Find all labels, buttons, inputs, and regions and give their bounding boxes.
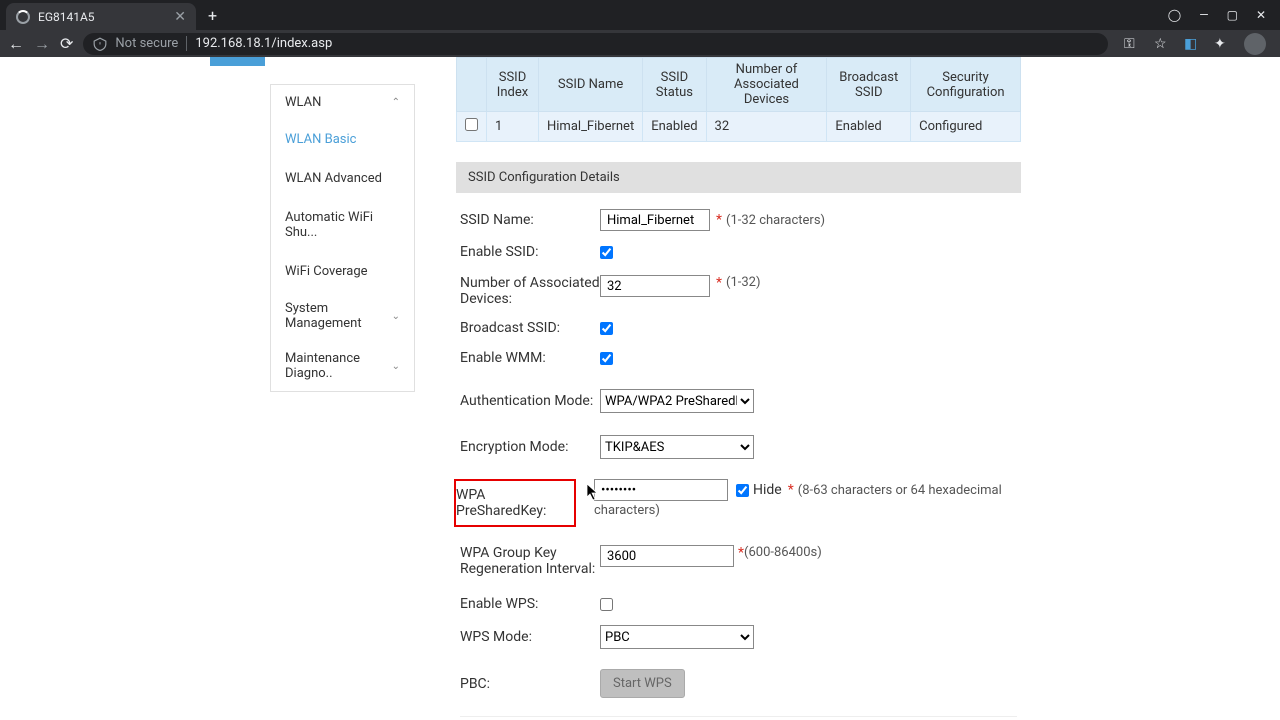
button-row: Apply Cancel [460,716,1017,720]
chevron-up-icon: ⌃ [392,97,400,108]
auth-mode-select[interactable]: WPA/WPA2 PreSharedKey [600,389,754,413]
cell-security: Configured [911,112,1021,142]
toolbar-icons: ⚿ ☆ ◧ ✦ [1118,33,1272,55]
cell-index: 1 [487,112,539,142]
broadcast-label: Broadcast SSID: [460,320,600,336]
main-content: SSID Index SSID Name SSID Status Number … [456,57,1021,720]
new-tab-button[interactable]: + [208,6,217,25]
chevron-down-icon: ⌄ [392,361,400,372]
address-row: ← → ⟳ Not secure 192.168.18.1/index.asp … [0,30,1280,57]
sidebar-section-maintenance[interactable]: Maintenance Diagno.. ⌄ [271,341,414,391]
wmm-checkbox[interactable] [600,352,613,365]
circle-icon[interactable]: ◯ [1168,8,1181,22]
star-icon[interactable]: ☆ [1154,36,1170,52]
reload-button[interactable]: ⟳ [60,34,73,53]
checkbox-header [457,58,487,112]
sidebar-section-system[interactable]: System Management ⌄ [271,291,414,341]
wps-checkbox[interactable] [600,598,613,611]
hide-label: Hide [753,482,782,498]
hide-checkbox[interactable] [736,484,749,497]
cell-broadcast: Enabled [827,112,911,142]
assoc-hint: (1-32) [726,275,761,290]
sidebar-section-wlan[interactable]: WLAN ⌃ [271,85,414,120]
close-window-icon[interactable]: ✕ [1256,8,1266,22]
puzzle-icon[interactable]: ✦ [1214,36,1230,52]
section-label: System Management [285,301,392,331]
sidebar-item-auto-wifi[interactable]: Automatic WiFi Shu... [271,198,414,252]
tab-strip: EG8141A5 ✕ + ◯ — ▢ ✕ [0,0,1280,30]
top-active-tab[interactable] [210,57,265,66]
back-button[interactable]: ← [8,34,24,54]
window-controls: ◯ — ▢ ✕ [1168,8,1280,22]
address-bar[interactable]: Not secure 192.168.18.1/index.asp [83,33,1108,55]
group-key-input[interactable] [600,545,734,567]
psk-input[interactable] [594,479,728,501]
col-index: SSID Index [487,58,539,112]
sidebar-item-wlan-basic[interactable]: WLAN Basic [271,120,414,159]
broadcast-checkbox[interactable] [600,322,613,335]
assoc-label: Number of Associated Devices: [460,275,600,307]
wps-mode-label: WPS Mode: [460,629,600,645]
start-wps-button[interactable]: Start WPS [600,669,685,698]
col-broadcast: Broadcast SSID [827,58,911,112]
wmm-label: Enable WMM: [460,350,600,366]
maximize-icon[interactable]: ▢ [1227,8,1238,22]
table-row[interactable]: 1 Himal_Fibernet Enabled 32 Enabled Conf… [457,112,1021,142]
sidebar-item-wifi-coverage[interactable]: WiFi Coverage [271,252,414,291]
pbc-label: PBC: [460,676,600,692]
encryption-mode-select[interactable]: TKIP&AES [600,435,754,459]
cell-name: Himal_Fibernet [539,112,643,142]
browser-chrome: EG8141A5 ✕ + ◯ — ▢ ✕ ← → ⟳ Not secure 19… [0,0,1280,57]
assoc-input[interactable] [600,275,710,297]
loading-icon [16,10,30,24]
row-checkbox[interactable] [465,118,478,131]
avatar[interactable] [1244,33,1266,55]
minimize-icon[interactable]: — [1199,8,1208,22]
ssid-name-label: SSID Name: [460,212,600,228]
key-icon[interactable]: ⚿ [1124,36,1140,52]
group-hint: (600-86400s) [744,545,822,560]
ssid-name-hint: (1-32 characters) [726,213,825,228]
wps-label: Enable WPS: [460,596,600,612]
required-marker: * [716,212,722,228]
url-text: 192.168.18.1/index.asp [195,36,332,51]
col-assoc: Number of Associated Devices [706,58,827,112]
enable-ssid-label: Enable SSID: [460,244,600,260]
section-label: Maintenance Diagno.. [285,351,392,381]
section-label: WLAN [285,95,321,110]
cell-status: Enabled [643,112,706,142]
sidebar-item-wlan-advanced[interactable]: WLAN Advanced [271,159,414,198]
ssid-table: SSID Index SSID Name SSID Status Number … [456,57,1021,142]
ssid-name-input[interactable] [600,209,710,231]
close-tab-icon[interactable]: ✕ [174,9,186,25]
psk-label: WPA PreSharedKey: [454,479,576,527]
chevron-down-icon: ⌄ [392,311,400,322]
group-key-label: WPA Group Key Regeneration Interval: [460,545,600,577]
browser-tab[interactable]: EG8141A5 ✕ [6,3,196,30]
col-name: SSID Name [539,58,643,112]
auth-label: Authentication Mode: [460,393,600,409]
col-security: Security Configuration [911,58,1021,112]
forward-button[interactable]: → [34,34,50,54]
tab-title: EG8141A5 [38,10,174,24]
page-body: WLAN ⌃ WLAN Basic WLAN Advanced Automati… [0,57,1280,720]
required-marker: * [716,275,722,291]
enable-ssid-checkbox[interactable] [600,246,613,259]
col-status: SSID Status [643,58,706,112]
not-secure-icon [93,37,107,51]
wps-mode-select[interactable]: PBC [600,625,754,649]
section-header: SSID Configuration Details [456,162,1021,193]
extension1-icon[interactable]: ◧ [1184,36,1200,52]
psk-hint-2: characters) [594,503,1002,518]
config-form: SSID Name: * (1-32 characters) Enable SS… [456,193,1021,720]
enc-label: Encryption Mode: [460,439,600,455]
sidebar: WLAN ⌃ WLAN Basic WLAN Advanced Automati… [210,57,415,392]
cell-assoc: 32 [706,112,827,142]
security-status: Not secure [115,36,187,51]
psk-hint-1: (8-63 characters or 64 hexadecimal [798,483,1002,498]
required-marker: * [788,482,794,498]
sidebar-panel: WLAN ⌃ WLAN Basic WLAN Advanced Automati… [270,84,415,392]
